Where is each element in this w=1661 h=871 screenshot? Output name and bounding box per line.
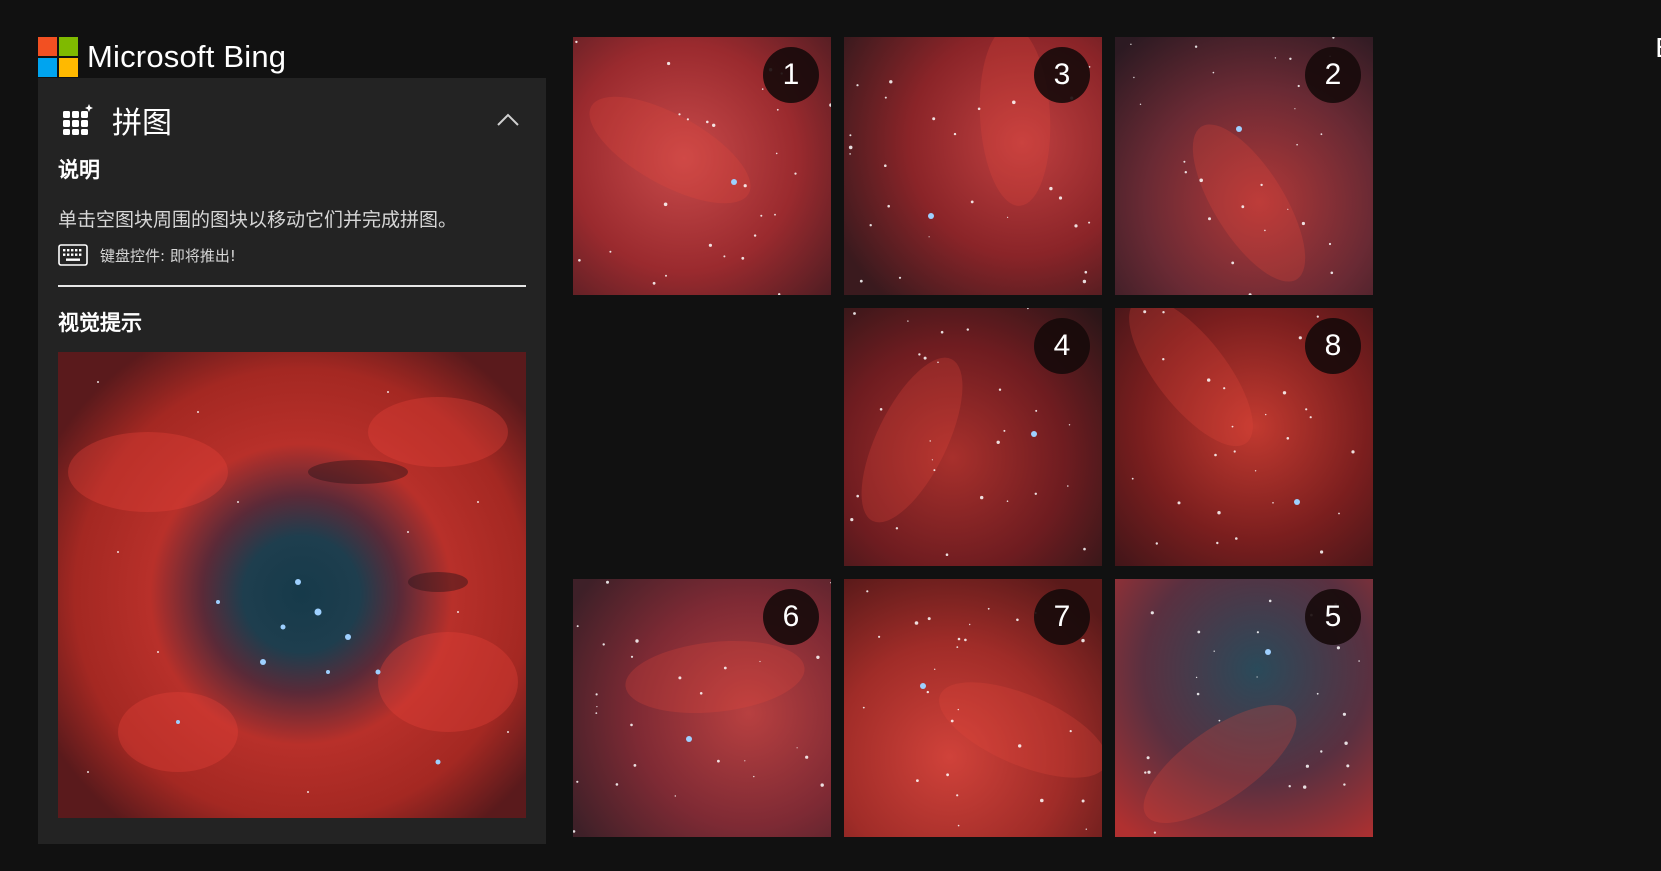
puzzle-tile-5[interactable]: 5 (1115, 579, 1373, 837)
puzzle-empty-slot (573, 308, 831, 566)
brand-name: Microsoft Bing (87, 39, 287, 74)
keyboard-controls-note: 键盘控件: 即将推出! (58, 244, 236, 266)
tile-number-badge: 1 (763, 47, 819, 103)
visual-hint-image (58, 352, 526, 818)
puzzle-tile-7[interactable]: 7 (844, 579, 1102, 837)
panel-title: 拼图 (112, 106, 172, 141)
puzzle-board: 1 3 2 4 8 6 7 5 (573, 37, 1373, 843)
puzzle-tile-2[interactable]: 2 (1115, 37, 1373, 295)
chevron-up-icon (497, 113, 519, 126)
microsoft-logo-icon (38, 37, 78, 77)
collapse-button[interactable] (490, 104, 526, 136)
tile-number-badge: 2 (1305, 47, 1361, 103)
tile-number-badge: 3 (1034, 47, 1090, 103)
tile-number-badge: 7 (1034, 589, 1090, 645)
puzzle-grid-icon (62, 104, 94, 136)
divider (58, 285, 526, 287)
edge-clipped-element: B (1655, 33, 1661, 65)
puzzle-tile-1[interactable]: 1 (573, 37, 831, 295)
puzzle-tile-8[interactable]: 8 (1115, 308, 1373, 566)
instructions-heading: 说明 (58, 158, 100, 182)
visual-hint-heading: 视觉提示 (58, 311, 142, 335)
tile-number-badge: 5 (1305, 589, 1361, 645)
keyboard-controls-text: 键盘控件: 即将推出! (100, 246, 236, 265)
tile-number-badge: 6 (763, 589, 819, 645)
puzzle-tile-3[interactable]: 3 (844, 37, 1102, 295)
puzzle-side-panel: 拼图 说明 单击空图块周围的图块以移动它们并完成拼图。 键盘控件: 即将推出! … (38, 78, 546, 844)
tile-number-badge: 4 (1034, 318, 1090, 374)
page: Microsoft Bing 拼图 说明 单击空图块周围的图块以移动它们并完成拼… (0, 0, 1661, 871)
keyboard-icon (58, 244, 88, 266)
brand-header[interactable]: Microsoft Bing (38, 37, 286, 77)
puzzle-tile-4[interactable]: 4 (844, 308, 1102, 566)
tile-number-badge: 8 (1305, 318, 1361, 374)
panel-header: 拼图 (62, 100, 526, 141)
instructions-text: 单击空图块周围的图块以移动它们并完成拼图。 (58, 209, 458, 231)
nebula-reference-image (58, 352, 526, 818)
puzzle-tile-6[interactable]: 6 (573, 579, 831, 837)
